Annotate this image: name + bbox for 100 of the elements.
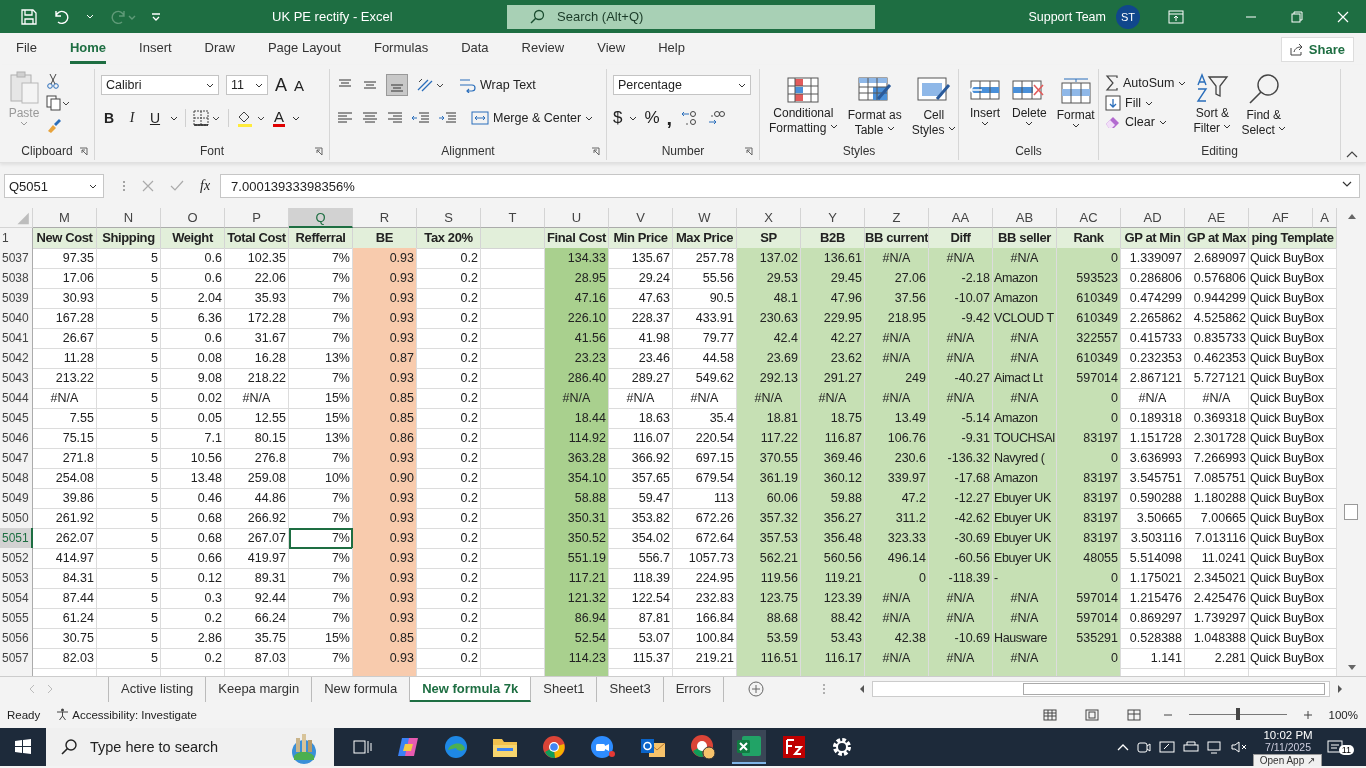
insert-function-button[interactable]: fx bbox=[200, 178, 211, 194]
font-color-button[interactable]: A bbox=[273, 109, 285, 127]
menu-tab[interactable]: File bbox=[16, 34, 37, 64]
column-header[interactable]: M bbox=[33, 208, 97, 228]
accessibility-button[interactable]: Accessibility: Investigate bbox=[56, 708, 197, 721]
underline-button[interactable]: U bbox=[147, 110, 163, 126]
row-header[interactable]: 5050 bbox=[0, 508, 33, 529]
column-header[interactable]: AA bbox=[929, 208, 993, 228]
notifications-button[interactable]: 11 bbox=[1324, 737, 1356, 757]
taskbar-search-field[interactable]: Type here to search bbox=[46, 728, 334, 766]
menu-tab[interactable]: Help bbox=[658, 34, 685, 64]
row-header[interactable]: 5041 bbox=[0, 328, 33, 349]
menu-tab[interactable]: Draw bbox=[204, 34, 235, 64]
menu-tab[interactable]: Insert bbox=[139, 34, 172, 64]
menu-tab[interactable]: Formulas bbox=[373, 34, 429, 64]
column-header[interactable]: X bbox=[737, 208, 801, 228]
sheet-tab[interactable]: Keepa margin bbox=[206, 676, 313, 702]
clear-button[interactable]: Clear bbox=[1105, 115, 1187, 129]
row-header[interactable]: 5053 bbox=[0, 568, 33, 589]
row-header[interactable]: 5049 bbox=[0, 488, 33, 509]
row-header[interactable]: 5042 bbox=[0, 348, 33, 369]
column-header[interactable]: S bbox=[417, 208, 481, 228]
row-header[interactable]: 5038 bbox=[0, 268, 33, 289]
font-name-dropdown[interactable]: Calibri bbox=[101, 75, 219, 95]
column-header[interactable]: Z bbox=[865, 208, 929, 228]
column-header[interactable]: R bbox=[353, 208, 417, 228]
fill-button[interactable]: Fill bbox=[1105, 95, 1187, 111]
table-cell: 229.95 bbox=[801, 308, 865, 329]
column-header[interactable]: U bbox=[545, 208, 609, 228]
column-header[interactable]: O bbox=[161, 208, 225, 228]
merge-center-button[interactable]: Merge & Center bbox=[471, 110, 594, 126]
find-select-button[interactable]: Find & Select bbox=[1238, 71, 1290, 140]
sheet-tab[interactable]: Sheet1 bbox=[531, 676, 598, 702]
row-header[interactable]: 5051 bbox=[0, 528, 33, 549]
percent-button[interactable]: % bbox=[644, 108, 660, 128]
cells-button[interactable]: Delete bbox=[1009, 75, 1050, 131]
column-header[interactable]: V bbox=[609, 208, 673, 228]
row-header[interactable]: 5047 bbox=[0, 448, 33, 469]
column-header[interactable]: T bbox=[481, 208, 545, 228]
sheet-tab[interactable]: New formula 7k bbox=[410, 676, 532, 702]
sheet-tab[interactable]: Active listing bbox=[108, 676, 207, 702]
row-header[interactable]: 5040 bbox=[0, 308, 33, 329]
formula-field[interactable]: 7.00013933398356% bbox=[220, 174, 1360, 198]
number-format-dropdown[interactable]: Percentage bbox=[613, 75, 751, 95]
style-button[interactable]: Format as Table bbox=[844, 75, 905, 140]
row-header[interactable]: 5048 bbox=[0, 468, 33, 489]
share-button[interactable]: Share bbox=[1280, 36, 1354, 62]
row-header[interactable]: 5046 bbox=[0, 428, 33, 449]
menu-tab[interactable]: View bbox=[597, 34, 626, 64]
grow-font-button[interactable]: A bbox=[275, 74, 287, 96]
cells-button[interactable]: Insert bbox=[965, 75, 1005, 131]
zoom-level[interactable]: 100% bbox=[1328, 708, 1358, 721]
row-header[interactable]: 5057 bbox=[0, 648, 33, 669]
column-header[interactable]: AF bbox=[1249, 208, 1313, 228]
style-button[interactable]: Cell Styles bbox=[908, 75, 959, 140]
table-cell: 0.2 bbox=[417, 548, 481, 569]
menu-tab[interactable]: Page Layout bbox=[267, 34, 341, 64]
style-button[interactable]: Conditional Formatting bbox=[766, 75, 841, 138]
row-header[interactable]: 5044 bbox=[0, 388, 33, 409]
row-header[interactable]: 5056 bbox=[0, 628, 33, 649]
column-header[interactable]: W bbox=[673, 208, 737, 228]
search-field[interactable]: Search (Alt+Q) bbox=[507, 4, 875, 29]
sort-filter-button[interactable]: Sort & Filter bbox=[1190, 71, 1235, 138]
menu-tab[interactable]: Data bbox=[461, 34, 489, 64]
clock-time[interactable]: 10:02 PM bbox=[1263, 729, 1313, 741]
column-header[interactable]: P bbox=[225, 208, 289, 228]
column-header[interactable]: Y bbox=[801, 208, 865, 228]
row-header[interactable]: 5045 bbox=[0, 408, 33, 429]
italic-button[interactable]: I bbox=[124, 110, 140, 126]
sheet-tab[interactable]: Sheet3 bbox=[597, 676, 664, 702]
column-header[interactable]: AD bbox=[1121, 208, 1185, 228]
row-header[interactable]: 5054 bbox=[0, 588, 33, 609]
column-header[interactable]: AC bbox=[1057, 208, 1121, 228]
currency-button[interactable]: $ bbox=[613, 108, 623, 128]
column-header[interactable]: AB bbox=[993, 208, 1057, 228]
wrap-text-button[interactable]: Wrap Text bbox=[458, 77, 536, 93]
column-header[interactable]: N bbox=[97, 208, 161, 228]
column-header[interactable]: AE bbox=[1185, 208, 1249, 228]
font-size-dropdown[interactable]: 11 bbox=[226, 75, 268, 95]
menu-tab[interactable]: Review bbox=[521, 34, 565, 64]
table-cell: 47.96 bbox=[801, 288, 865, 309]
table-cell: 115.37 bbox=[609, 648, 673, 669]
user-avatar[interactable]: ST bbox=[1116, 4, 1140, 29]
shrink-font-button[interactable]: A bbox=[294, 76, 305, 94]
autosum-button[interactable]: AutoSum bbox=[1105, 75, 1187, 91]
row-header[interactable]: 5055 bbox=[0, 608, 33, 629]
column-header[interactable]: Q bbox=[289, 208, 353, 228]
table-cell: 5 bbox=[97, 268, 161, 289]
sheet-tab[interactable]: Errors bbox=[663, 676, 725, 702]
column-header[interactable]: A bbox=[1313, 208, 1337, 228]
row-header[interactable]: 5052 bbox=[0, 548, 33, 569]
row-header[interactable]: 1 bbox=[0, 228, 33, 249]
clock-date[interactable]: 7/11/2025 bbox=[1265, 741, 1311, 753]
table-cell: 0.66 bbox=[161, 548, 225, 569]
cells-button[interactable]: Format bbox=[1053, 75, 1098, 133]
row-header[interactable]: 5043 bbox=[0, 368, 33, 389]
row-header[interactable]: 5037 bbox=[0, 248, 33, 269]
name-box[interactable]: Q5051 bbox=[4, 174, 104, 198]
row-header[interactable]: 5039 bbox=[0, 288, 33, 309]
bold-button[interactable]: B bbox=[101, 110, 117, 126]
